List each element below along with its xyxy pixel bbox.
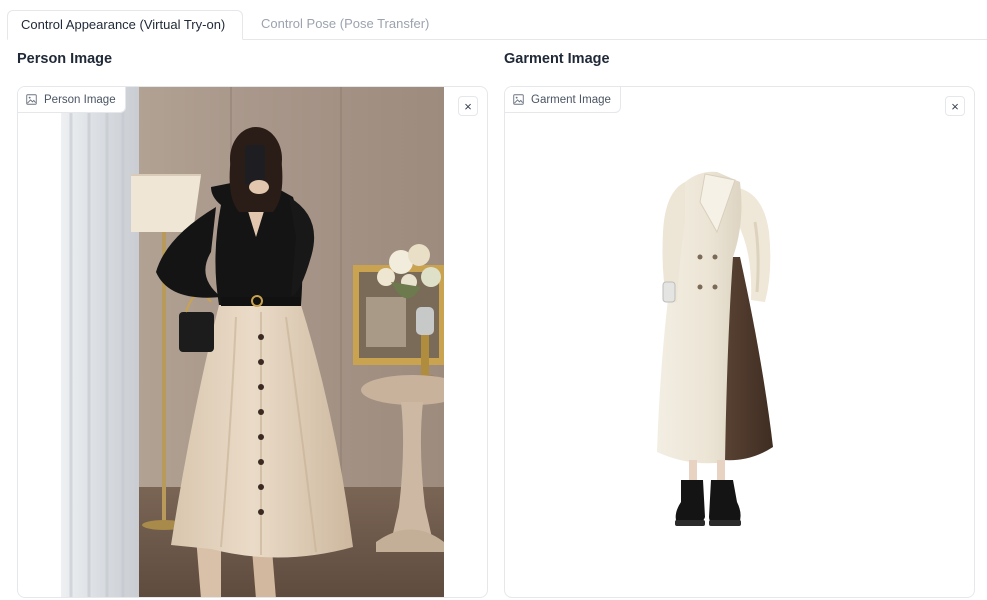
person-image-panel[interactable]: Person Image × bbox=[17, 86, 488, 598]
person-image-label: Person Image bbox=[18, 87, 126, 113]
person-photo bbox=[61, 87, 444, 597]
close-icon: × bbox=[951, 98, 959, 114]
person-image-close-button[interactable]: × bbox=[458, 96, 478, 116]
close-icon: × bbox=[464, 98, 472, 114]
garment-image-close-button[interactable]: × bbox=[945, 96, 965, 116]
tab-control-pose[interactable]: Control Pose (Pose Transfer) bbox=[248, 10, 442, 40]
garment-image-title: Garment Image bbox=[504, 51, 610, 67]
garment-image-panel[interactable]: Garment Image × bbox=[504, 86, 975, 598]
tab-bar: Control Appearance (Virtual Try-on) Cont… bbox=[0, 0, 987, 40]
person-image-title: Person Image bbox=[17, 51, 113, 67]
person-image-label-text: Person Image bbox=[44, 93, 116, 106]
tab-control-appearance[interactable]: Control Appearance (Virtual Try-on) bbox=[7, 10, 243, 40]
garment-image-label: Garment Image bbox=[505, 87, 621, 113]
garment-photo bbox=[657, 171, 773, 526]
garment-image-label-text: Garment Image bbox=[531, 93, 611, 106]
image-icon bbox=[26, 94, 37, 105]
image-icon bbox=[513, 94, 524, 105]
